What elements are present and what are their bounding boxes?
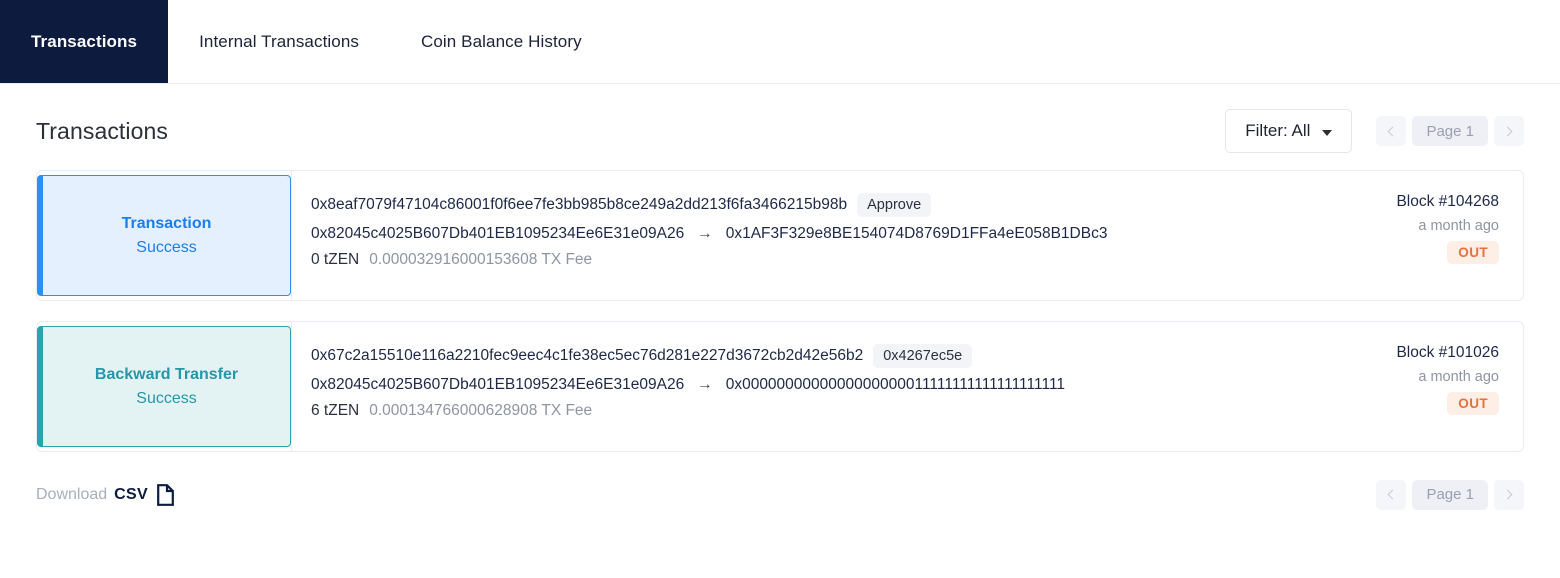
transaction-meta: Block #104268 a month ago OUT — [1343, 171, 1523, 300]
transaction-details: 0x8eaf7079f47104c86001f0f6ee7fe3bb985b8c… — [291, 171, 1343, 300]
chevron-right-icon — [1502, 126, 1513, 136]
direction-badge: OUT — [1447, 392, 1499, 415]
transaction-card[interactable]: Backward Transfer Success 0x67c2a15510e1… — [36, 321, 1524, 452]
tab-coin-balance-history-label: Coin Balance History — [420, 31, 582, 51]
transaction-amount: 6 tZEN — [311, 402, 360, 419]
tab-coin-balance-history[interactable]: Coin Balance History — [390, 0, 613, 83]
arrow-right-icon: → — [697, 376, 713, 393]
to-address-link[interactable]: 0x1AF3F329e8BE154074D8769D1FFa4eE058B1DB… — [726, 225, 1108, 243]
block-number-link[interactable]: Block #101026 — [1396, 344, 1499, 362]
direction-badge: OUT — [1447, 241, 1499, 264]
transaction-fee: 0.000134766000628908 TX Fee — [369, 402, 593, 419]
tab-transactions[interactable]: Transactions — [0, 0, 169, 83]
download-label: Download — [36, 485, 108, 503]
transactions-page: Transactions Internal Transactions Coin … — [0, 0, 1560, 578]
next-page-button-bottom[interactable] — [1494, 479, 1524, 510]
pagination-bottom: Page 1 — [1376, 479, 1524, 510]
chevron-left-icon — [1388, 126, 1398, 136]
transaction-hash-link[interactable]: 0x67c2a15510e116a2210fec9eec4c1fe38ec5ec… — [311, 347, 863, 365]
transaction-address-row: 0x82045c4025B607Db401EB1095234Ee6E31e09A… — [311, 225, 1319, 243]
tab-internal-transactions[interactable]: Internal Transactions — [168, 0, 390, 83]
page-title: Transactions — [36, 117, 169, 144]
header-controls: Filter: All Page 1 — [1225, 109, 1524, 153]
next-page-button-top[interactable] — [1494, 116, 1524, 146]
tab-transactions-label: Transactions — [31, 31, 138, 51]
filter-dropdown[interactable]: Filter: All — [1225, 109, 1353, 153]
transaction-status-label: Success — [136, 238, 197, 256]
from-address-link[interactable]: 0x82045c4025B607Db401EB1095234Ee6E31e09A… — [311, 225, 684, 243]
transaction-fee: 0.000032916000153608 TX Fee — [369, 251, 593, 268]
transaction-type-panel: Transaction Success — [37, 175, 291, 296]
transaction-hash-row: 0x67c2a15510e116a2210fec9eec4c1fe38ec5ec… — [311, 344, 1319, 368]
transaction-type-panel: Backward Transfer Success — [37, 326, 291, 447]
transaction-card[interactable]: Transaction Success 0x8eaf7079f47104c860… — [36, 170, 1524, 301]
to-address-link[interactable]: 0x00000000000000000000111111111111111111… — [726, 376, 1065, 394]
chevron-right-icon — [1502, 489, 1513, 500]
transaction-address-row: 0x82045c4025B607Db401EB1095234Ee6E31e09A… — [311, 376, 1319, 394]
tab-internal-transactions-label: Internal Transactions — [199, 31, 359, 51]
tab-bar: Transactions Internal Transactions Coin … — [0, 0, 1560, 84]
transaction-method-badge[interactable]: Approve — [857, 193, 932, 217]
chevron-left-icon — [1388, 489, 1398, 500]
arrow-right-icon: → — [697, 225, 713, 242]
transaction-meta: Block #101026 a month ago OUT — [1343, 322, 1523, 451]
block-number-link[interactable]: Block #104268 — [1396, 193, 1499, 211]
csv-label: CSV — [114, 485, 148, 503]
page-indicator-bottom[interactable]: Page 1 — [1412, 479, 1488, 510]
document-icon — [157, 483, 174, 506]
from-address-link[interactable]: 0x82045c4025B607Db401EB1095234Ee6E31e09A… — [311, 376, 684, 394]
chevron-down-icon — [1322, 129, 1333, 136]
transaction-age: a month ago — [1418, 218, 1499, 234]
transaction-amount: 0 tZEN — [311, 251, 360, 268]
transaction-status-label: Success — [136, 389, 197, 407]
transaction-method-badge[interactable]: 0x4267ec5e — [873, 344, 973, 368]
page-indicator-top[interactable]: Page 1 — [1412, 116, 1488, 146]
transaction-list: Transaction Success 0x8eaf7079f47104c860… — [36, 170, 1524, 452]
footer-row: Download CSV Page 1 — [36, 452, 1524, 537]
prev-page-button-top[interactable] — [1376, 116, 1407, 146]
transaction-details: 0x67c2a15510e116a2210fec9eec4c1fe38ec5ec… — [291, 322, 1343, 451]
transaction-type-label: Transaction — [121, 214, 212, 232]
header-row: Transactions Filter: All Page 1 — [36, 84, 1524, 170]
transaction-hash-link[interactable]: 0x8eaf7079f47104c86001f0f6ee7fe3bb985b8c… — [311, 196, 847, 214]
download-csv-button[interactable]: Download CSV — [36, 483, 174, 506]
transaction-age: a month ago — [1418, 369, 1499, 385]
transaction-hash-row: 0x8eaf7079f47104c86001f0f6ee7fe3bb985b8c… — [311, 193, 1319, 217]
transaction-value-row: 0 tZEN 0.000032916000153608 TX Fee — [311, 251, 1319, 269]
pagination-top: Page 1 — [1376, 116, 1524, 146]
page-content: Transactions Filter: All Page 1 Transact… — [0, 84, 1560, 537]
filter-dropdown-label: Filter: All — [1245, 121, 1311, 140]
transaction-type-label: Backward Transfer — [94, 365, 239, 383]
prev-page-button-bottom[interactable] — [1376, 479, 1407, 510]
transaction-value-row: 6 tZEN 0.000134766000628908 TX Fee — [311, 402, 1319, 420]
